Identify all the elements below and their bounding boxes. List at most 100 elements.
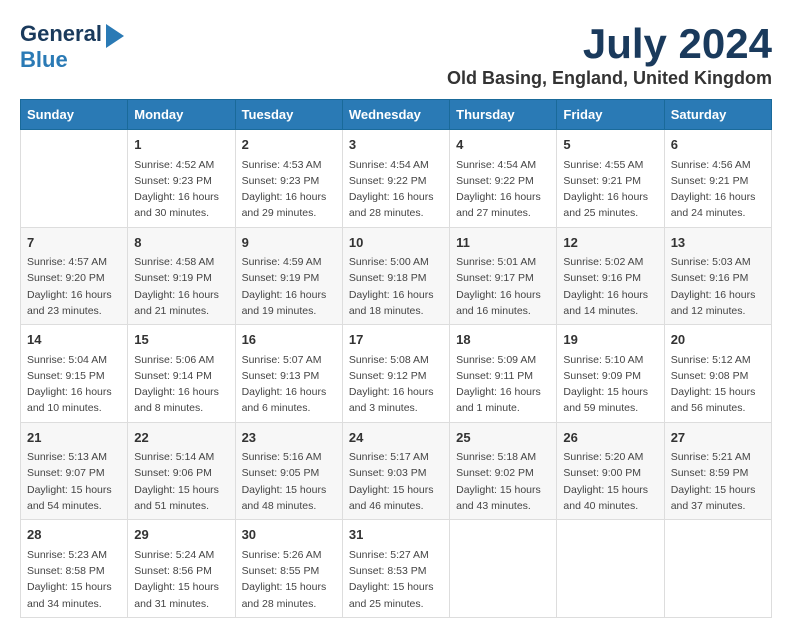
day-number: 5 [563,135,657,155]
day-info: Sunrise: 4:57 AMSunset: 9:20 PMDaylight:… [27,254,121,319]
day-info: Sunrise: 5:16 AMSunset: 9:05 PMDaylight:… [242,449,336,514]
day-info: Sunrise: 4:54 AMSunset: 9:22 PMDaylight:… [349,157,443,222]
calendar-cell: 26Sunrise: 5:20 AMSunset: 9:00 PMDayligh… [557,422,664,520]
day-number: 2 [242,135,336,155]
header-friday: Friday [557,100,664,130]
day-number: 18 [456,330,550,350]
calendar-cell: 27Sunrise: 5:21 AMSunset: 8:59 PMDayligh… [664,422,771,520]
day-info: Sunrise: 5:17 AMSunset: 9:03 PMDaylight:… [349,449,443,514]
calendar-cell: 21Sunrise: 5:13 AMSunset: 9:07 PMDayligh… [21,422,128,520]
calendar-cell: 1Sunrise: 4:52 AMSunset: 9:23 PMDaylight… [128,130,235,228]
calendar-week-5: 28Sunrise: 5:23 AMSunset: 8:58 PMDayligh… [21,520,772,618]
day-info: Sunrise: 5:02 AMSunset: 9:16 PMDaylight:… [563,254,657,319]
day-info: Sunrise: 5:23 AMSunset: 8:58 PMDaylight:… [27,547,121,612]
calendar-cell: 15Sunrise: 5:06 AMSunset: 9:14 PMDayligh… [128,325,235,423]
calendar-cell: 7Sunrise: 4:57 AMSunset: 9:20 PMDaylight… [21,227,128,325]
day-number: 19 [563,330,657,350]
day-number: 17 [349,330,443,350]
calendar-cell: 2Sunrise: 4:53 AMSunset: 9:23 PMDaylight… [235,130,342,228]
calendar-cell: 9Sunrise: 4:59 AMSunset: 9:19 PMDaylight… [235,227,342,325]
day-number: 4 [456,135,550,155]
page-header: General Blue July 2024 Old Basing, Engla… [20,20,772,89]
day-number: 15 [134,330,228,350]
calendar-cell: 11Sunrise: 5:01 AMSunset: 9:17 PMDayligh… [450,227,557,325]
calendar-cell: 18Sunrise: 5:09 AMSunset: 9:11 PMDayligh… [450,325,557,423]
calendar-cell: 10Sunrise: 5:00 AMSunset: 9:18 PMDayligh… [342,227,449,325]
calendar-cell: 4Sunrise: 4:54 AMSunset: 9:22 PMDaylight… [450,130,557,228]
title-block: July 2024 Old Basing, England, United Ki… [447,20,772,89]
calendar-cell [21,130,128,228]
day-info: Sunrise: 4:52 AMSunset: 9:23 PMDaylight:… [134,157,228,222]
day-number: 24 [349,428,443,448]
day-number: 20 [671,330,765,350]
calendar-cell: 6Sunrise: 4:56 AMSunset: 9:21 PMDaylight… [664,130,771,228]
day-number: 29 [134,525,228,545]
day-info: Sunrise: 5:01 AMSunset: 9:17 PMDaylight:… [456,254,550,319]
day-info: Sunrise: 5:04 AMSunset: 9:15 PMDaylight:… [27,352,121,417]
day-number: 13 [671,233,765,253]
day-info: Sunrise: 5:08 AMSunset: 9:12 PMDaylight:… [349,352,443,417]
calendar-week-1: 1Sunrise: 4:52 AMSunset: 9:23 PMDaylight… [21,130,772,228]
day-number: 26 [563,428,657,448]
day-info: Sunrise: 5:21 AMSunset: 8:59 PMDaylight:… [671,449,765,514]
calendar-cell: 23Sunrise: 5:16 AMSunset: 9:05 PMDayligh… [235,422,342,520]
calendar-cell: 31Sunrise: 5:27 AMSunset: 8:53 PMDayligh… [342,520,449,618]
logo-blue: Blue [20,48,68,72]
day-info: Sunrise: 4:59 AMSunset: 9:19 PMDaylight:… [242,254,336,319]
day-info: Sunrise: 5:18 AMSunset: 9:02 PMDaylight:… [456,449,550,514]
calendar-cell: 19Sunrise: 5:10 AMSunset: 9:09 PMDayligh… [557,325,664,423]
header-saturday: Saturday [664,100,771,130]
day-number: 11 [456,233,550,253]
header-sunday: Sunday [21,100,128,130]
calendar-cell: 17Sunrise: 5:08 AMSunset: 9:12 PMDayligh… [342,325,449,423]
day-number: 21 [27,428,121,448]
day-info: Sunrise: 5:10 AMSunset: 9:09 PMDaylight:… [563,352,657,417]
day-number: 16 [242,330,336,350]
day-info: Sunrise: 4:53 AMSunset: 9:23 PMDaylight:… [242,157,336,222]
day-number: 10 [349,233,443,253]
day-info: Sunrise: 5:27 AMSunset: 8:53 PMDaylight:… [349,547,443,612]
logo: General Blue [20,20,124,72]
header-wednesday: Wednesday [342,100,449,130]
calendar-cell: 3Sunrise: 4:54 AMSunset: 9:22 PMDaylight… [342,130,449,228]
day-info: Sunrise: 4:56 AMSunset: 9:21 PMDaylight:… [671,157,765,222]
calendar-cell [557,520,664,618]
calendar-cell: 5Sunrise: 4:55 AMSunset: 9:21 PMDaylight… [557,130,664,228]
calendar-cell: 25Sunrise: 5:18 AMSunset: 9:02 PMDayligh… [450,422,557,520]
header-monday: Monday [128,100,235,130]
calendar-cell: 24Sunrise: 5:17 AMSunset: 9:03 PMDayligh… [342,422,449,520]
calendar-cell: 16Sunrise: 5:07 AMSunset: 9:13 PMDayligh… [235,325,342,423]
calendar-table: SundayMondayTuesdayWednesdayThursdayFrid… [20,99,772,618]
day-info: Sunrise: 5:24 AMSunset: 8:56 PMDaylight:… [134,547,228,612]
day-number: 22 [134,428,228,448]
logo-general: General [20,22,102,46]
calendar-cell: 12Sunrise: 5:02 AMSunset: 9:16 PMDayligh… [557,227,664,325]
day-number: 31 [349,525,443,545]
day-info: Sunrise: 5:14 AMSunset: 9:06 PMDaylight:… [134,449,228,514]
logo-arrow-icon [106,24,124,48]
calendar-cell: 30Sunrise: 5:26 AMSunset: 8:55 PMDayligh… [235,520,342,618]
day-info: Sunrise: 5:12 AMSunset: 9:08 PMDaylight:… [671,352,765,417]
header-tuesday: Tuesday [235,100,342,130]
calendar-week-2: 7Sunrise: 4:57 AMSunset: 9:20 PMDaylight… [21,227,772,325]
day-info: Sunrise: 5:00 AMSunset: 9:18 PMDaylight:… [349,254,443,319]
day-info: Sunrise: 5:06 AMSunset: 9:14 PMDaylight:… [134,352,228,417]
calendar-cell: 13Sunrise: 5:03 AMSunset: 9:16 PMDayligh… [664,227,771,325]
calendar-cell: 20Sunrise: 5:12 AMSunset: 9:08 PMDayligh… [664,325,771,423]
day-info: Sunrise: 4:55 AMSunset: 9:21 PMDaylight:… [563,157,657,222]
day-number: 28 [27,525,121,545]
calendar-cell [664,520,771,618]
calendar-week-3: 14Sunrise: 5:04 AMSunset: 9:15 PMDayligh… [21,325,772,423]
day-info: Sunrise: 5:20 AMSunset: 9:00 PMDaylight:… [563,449,657,514]
day-number: 23 [242,428,336,448]
calendar-cell [450,520,557,618]
day-number: 7 [27,233,121,253]
day-number: 1 [134,135,228,155]
calendar-cell: 28Sunrise: 5:23 AMSunset: 8:58 PMDayligh… [21,520,128,618]
day-number: 8 [134,233,228,253]
day-number: 14 [27,330,121,350]
day-info: Sunrise: 5:03 AMSunset: 9:16 PMDaylight:… [671,254,765,319]
header-thursday: Thursday [450,100,557,130]
day-info: Sunrise: 4:58 AMSunset: 9:19 PMDaylight:… [134,254,228,319]
calendar-cell: 29Sunrise: 5:24 AMSunset: 8:56 PMDayligh… [128,520,235,618]
